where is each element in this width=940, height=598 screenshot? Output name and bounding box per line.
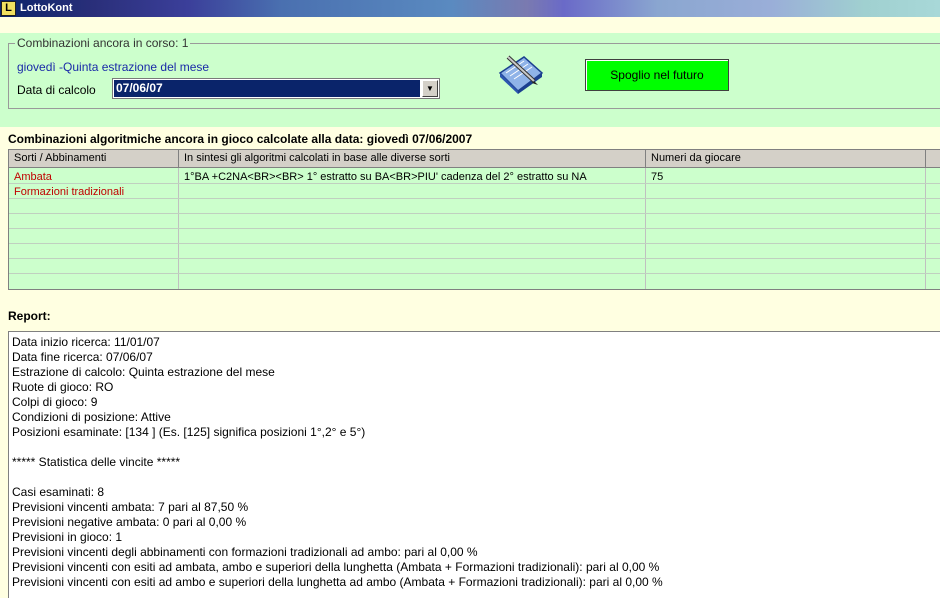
chevron-down-icon[interactable]: ▼ [422, 80, 438, 97]
book-pen-icon[interactable] [494, 51, 548, 95]
group-legend: Combinazioni ancora in corso: 1 [15, 36, 191, 50]
grid-divider [9, 228, 940, 229]
report-textarea[interactable]: Data inizio ricerca: 11/01/07 Data fine … [8, 331, 940, 598]
table-row-sorte[interactable]: Formazioni tradizionali [14, 185, 124, 199]
report-line: Previsioni negative ambata: 0 pari al 0,… [12, 515, 247, 529]
report-line: Data inizio ricerca: 11/01/07 [12, 335, 160, 349]
table-row-sintesi[interactable]: 1°BA +C2NA<BR><BR> 1° estratto su BA<BR>… [184, 170, 587, 184]
report-line: Previsioni vincenti con esiti ad ambo e … [12, 575, 663, 589]
column-header-numeri[interactable]: Numeri da giocare [646, 150, 926, 168]
section-title: Combinazioni algoritmiche ancora in gioc… [8, 132, 473, 146]
report-title: Report: [8, 309, 51, 323]
report-line: Condizioni di posizione: Attive [12, 410, 171, 424]
day-description: giovedì -Quinta estrazione del mese [17, 60, 210, 74]
grid-divider [9, 258, 940, 259]
top-band [0, 17, 940, 33]
grid-divider [178, 168, 179, 289]
report-line: ***** Statistica delle vincite ***** [12, 455, 181, 469]
spoglio-nel-futuro-button[interactable]: Spoglio nel futuro [585, 59, 729, 91]
column-header-sorti[interactable]: Sorti / Abbinamenti [9, 150, 179, 168]
table-row-sorte[interactable]: Ambata [14, 170, 52, 184]
report-line: Colpi di gioco: 9 [12, 395, 98, 409]
grid-divider [925, 168, 926, 289]
report-line: Estrazione di calcolo: Quinta estrazione… [12, 365, 275, 379]
app-title: LottoKont [20, 2, 73, 14]
report-line: Posizioni esaminate: [134 ] (Es. [125] s… [12, 425, 366, 439]
report-line: Previsioni vincenti con esiti ad ambata,… [12, 560, 660, 574]
date-select[interactable]: 07/06/07 ▼ [112, 78, 440, 99]
report-line: Previsioni vincenti ambata: 7 pari al 87… [12, 500, 249, 514]
report-line: Data fine ricerca: 07/06/07 [12, 350, 153, 364]
combinations-group [8, 43, 940, 109]
grid-divider [9, 198, 940, 199]
report-line: Ruote di gioco: RO [12, 380, 114, 394]
report-line: Previsioni in gioco: 1 [12, 530, 123, 544]
app-logo-icon: L [1, 1, 16, 16]
column-header-sintesi[interactable]: In sintesi gli algoritmi calcolati in ba… [179, 150, 646, 168]
report-line: Previsioni vincenti degli abbinamenti co… [12, 545, 478, 559]
column-header-empty [926, 150, 940, 168]
title-bar: L LottoKont [0, 0, 940, 17]
table-row-numeri[interactable]: 75 [651, 170, 663, 184]
grid-divider [9, 213, 940, 214]
grid-divider [9, 243, 940, 244]
grid-divider [9, 273, 940, 274]
combinations-grid[interactable]: Sorti / Abbinamenti In sintesi gli algor… [8, 149, 940, 290]
date-label: Data di calcolo [17, 83, 96, 97]
date-select-value[interactable]: 07/06/07 [114, 80, 420, 97]
grid-divider [645, 168, 646, 289]
report-line: Casi esaminati: 8 [12, 485, 105, 499]
